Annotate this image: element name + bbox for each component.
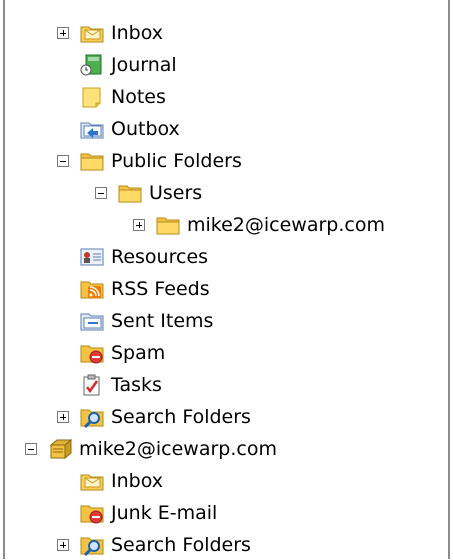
- expand-toggle[interactable]: [57, 539, 69, 551]
- tree-item-search-folders[interactable]: Search Folders: [57, 402, 251, 432]
- tree-item-mailbox-search-folders[interactable]: Search Folders: [57, 530, 251, 560]
- tree-item-mailbox-mike2[interactable]: mike2@icewarp.com: [25, 434, 277, 464]
- collapse-toggle[interactable]: [95, 187, 107, 199]
- collapse-toggle[interactable]: [57, 155, 69, 167]
- tree-item-label: RSS Feeds: [111, 278, 210, 300]
- tree-item-mailbox-inbox[interactable]: Inbox: [79, 466, 163, 496]
- expand-toggle[interactable]: [57, 27, 69, 39]
- expand-toggle[interactable]: [57, 411, 69, 423]
- tree-item-label: Journal: [111, 54, 177, 76]
- inbox-icon: [79, 469, 105, 493]
- tree-item-label: Outbox: [111, 118, 180, 140]
- spam-icon: [79, 341, 105, 365]
- inbox-icon: [79, 21, 105, 45]
- rss-feeds-icon: [79, 277, 105, 301]
- outbox-icon: [79, 117, 105, 141]
- tree-item-label: Search Folders: [111, 406, 251, 428]
- search-folder-icon: [79, 533, 105, 557]
- tree-item-label: Users: [149, 182, 203, 204]
- journal-icon: [79, 53, 105, 77]
- tree-item-users[interactable]: Users: [95, 178, 202, 208]
- tasks-icon: [79, 373, 105, 397]
- notes-icon: [79, 85, 105, 109]
- tree-item-notes[interactable]: Notes: [79, 82, 166, 112]
- resources-icon: [79, 245, 105, 269]
- tree-item-label: mike2@icewarp.com: [187, 214, 385, 236]
- tree-item-journal[interactable]: Journal: [79, 50, 177, 80]
- folder-icon: [155, 213, 181, 237]
- tree-item-public-folders[interactable]: Public Folders: [57, 146, 242, 176]
- tree-item-junk-email[interactable]: Junk E-mail: [79, 498, 217, 528]
- tree-item-label: Junk E-mail: [111, 502, 218, 524]
- tree-item-label: Sent Items: [111, 310, 214, 332]
- tree-item-sent-items[interactable]: Sent Items: [79, 306, 213, 336]
- tree-item-resources[interactable]: Resources: [79, 242, 208, 272]
- folder-icon: [117, 181, 143, 205]
- folder-icon: [79, 149, 105, 173]
- tree-item-label: Tasks: [111, 374, 162, 396]
- expand-toggle[interactable]: [133, 219, 145, 231]
- tree-item-label: Spam: [111, 342, 166, 364]
- sent-items-icon: [79, 309, 105, 333]
- junk-email-icon: [79, 501, 105, 525]
- tree-item-rss-feeds[interactable]: RSS Feeds: [79, 274, 210, 304]
- tree-item-tasks[interactable]: Tasks: [79, 370, 162, 400]
- search-folder-icon: [79, 405, 105, 429]
- folder-tree-pane: Inbox Journal Notes Outbox Public Folder…: [3, 0, 450, 559]
- tree-item-mike2-user-folder[interactable]: mike2@icewarp.com: [133, 210, 385, 240]
- tree-item-label: mike2@icewarp.com: [79, 438, 277, 460]
- tree-item-label: Resources: [111, 246, 209, 268]
- tree-item-inbox[interactable]: Inbox: [57, 18, 163, 48]
- tree-item-outbox[interactable]: Outbox: [79, 114, 180, 144]
- tree-item-spam[interactable]: Spam: [79, 338, 165, 368]
- mailbox-icon: [47, 437, 73, 461]
- tree-item-label: Public Folders: [111, 150, 242, 172]
- tree-item-label: Inbox: [111, 470, 163, 492]
- tree-item-label: Search Folders: [111, 534, 251, 556]
- collapse-toggle[interactable]: [25, 443, 37, 455]
- tree-item-label: Notes: [111, 86, 166, 108]
- tree-item-label: Inbox: [111, 22, 163, 44]
